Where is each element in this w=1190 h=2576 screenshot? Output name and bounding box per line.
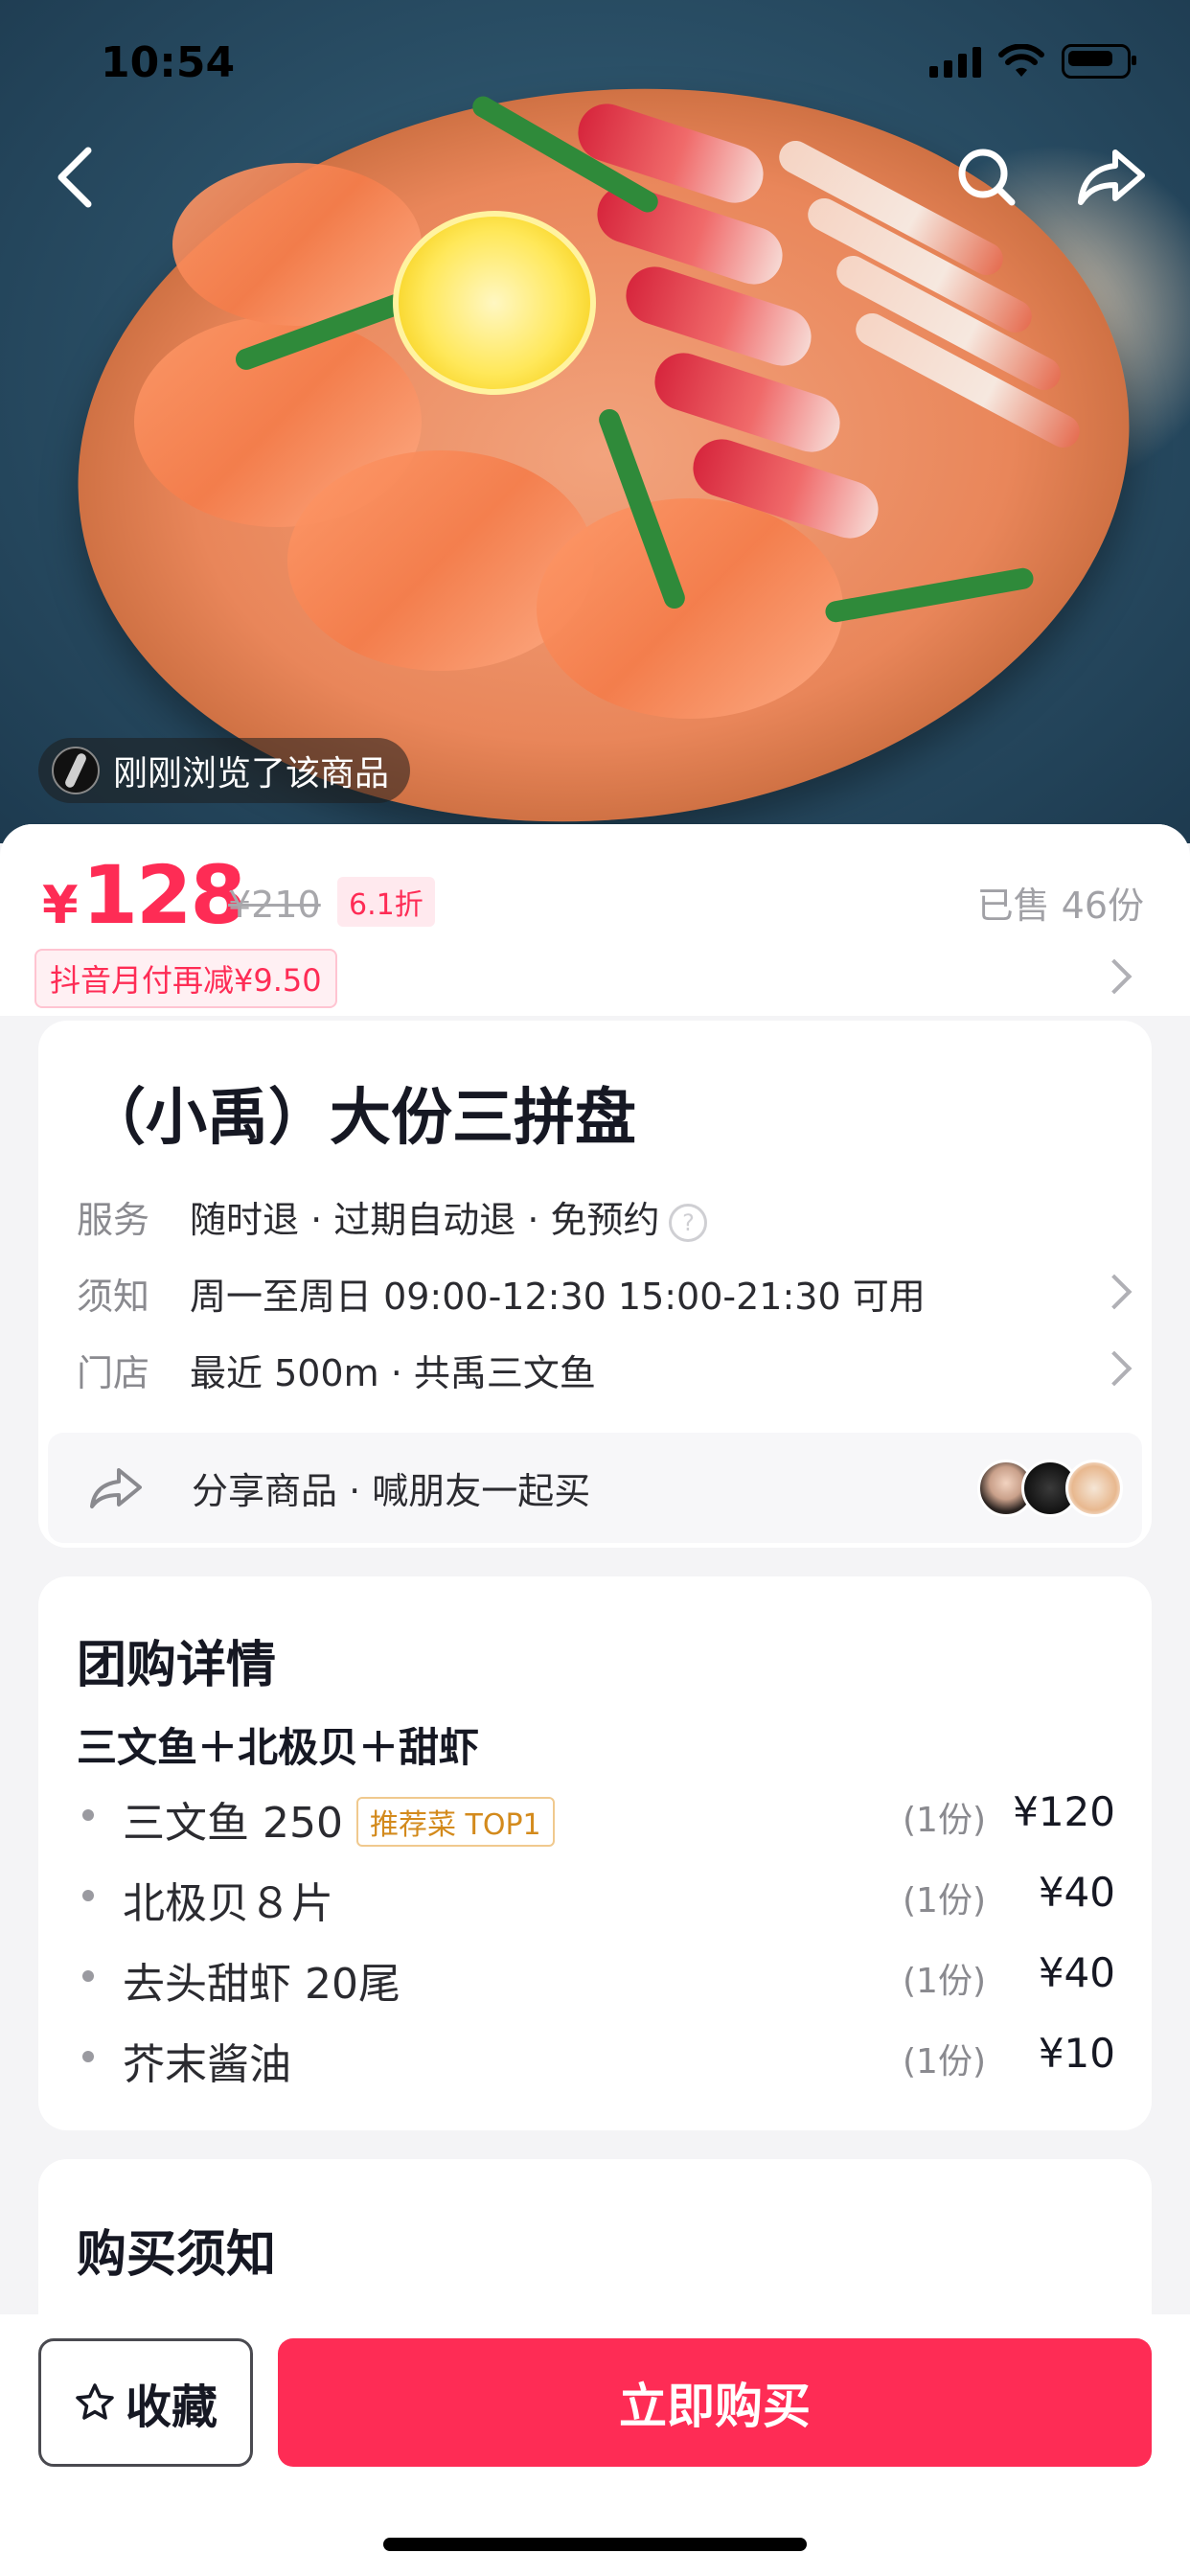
favorite-button[interactable]: 收藏: [38, 2338, 253, 2467]
sold-count: 已售 46份: [976, 885, 1144, 927]
recently-viewed-text: 刚刚浏览了该商品: [113, 754, 390, 794]
product-title: （小禹）大份三拼盘: [84, 1083, 636, 1154]
friend-avatars: [977, 1460, 1123, 1517]
item-name: 三文鱼 250: [123, 1799, 343, 1848]
store-value[interactable]: 最近 500m · 共禹三文鱼: [190, 1344, 596, 1396]
salmon-slice: [537, 498, 843, 719]
bullet: [82, 1890, 94, 1901]
product-hero-image[interactable]: 10:54 刚刚浏览了该商品: [0, 0, 1190, 843]
purchase-notice-title: 购买须知: [77, 2226, 277, 2284]
service-text: 随时退 · 过期自动退 · 免预约: [190, 1199, 660, 1241]
original-price: ¥210: [228, 884, 321, 926]
cellular-signal-icon: [929, 45, 981, 78]
home-indicator: [383, 2538, 807, 2551]
current-price: ¥ 128: [42, 848, 246, 942]
item-price: ¥40: [1038, 1869, 1115, 1916]
item-price: ¥40: [1038, 1949, 1115, 1996]
discount-badge: 6.1折: [337, 877, 435, 927]
bullet: [82, 1970, 94, 1982]
share-arrow-icon: [90, 1468, 142, 1508]
item-qty: (1份): [903, 1801, 986, 1840]
list-item: 去头甜虾 20尾 (1份) ¥40: [77, 1944, 1115, 2011]
item-name: 去头甜虾 20尾: [123, 1960, 400, 2009]
promo-tag[interactable]: 抖音月付再减¥9.50: [34, 949, 337, 1008]
lemon-slice: [393, 211, 596, 395]
service-value[interactable]: 随时退 · 过期自动退 · 免预约?: [190, 1190, 708, 1243]
group-detail-title: 团购详情: [77, 1637, 277, 1694]
list-item: 三文鱼 250 推荐菜 TOP1 (1份) ¥120: [77, 1782, 1115, 1851]
item-name: 芥末酱油: [123, 2040, 291, 2089]
recommend-tag: 推荐菜 TOP1: [355, 1797, 555, 1847]
buy-now-button[interactable]: 立即购买: [278, 2338, 1152, 2467]
help-icon[interactable]: ?: [669, 1203, 708, 1242]
item-qty: (1份): [903, 2042, 986, 2082]
item-name-wrap: 三文鱼 250 推荐菜 TOP1: [123, 1788, 555, 1851]
back-arrow-icon[interactable]: [38, 139, 115, 216]
item-qty: (1份): [903, 1881, 986, 1920]
share-text: 分享商品 · 喊朋友一起买: [192, 1470, 591, 1512]
search-icon[interactable]: [949, 139, 1025, 216]
service-label: 服务: [77, 1199, 150, 1241]
list-item: 北极贝８片 (1份) ¥40: [77, 1863, 1115, 1930]
notice-value[interactable]: 周一至周日 09:00-12:30 15:00-21:30 可用: [190, 1267, 926, 1320]
bullet: [82, 1809, 94, 1821]
wifi-icon: [998, 44, 1044, 77]
item-name: 北极贝８片: [123, 1879, 333, 1928]
store-label: 门店: [77, 1352, 150, 1394]
item-price: ¥10: [1038, 2030, 1115, 2077]
current-price-value: 128: [81, 848, 246, 942]
avatar: [1065, 1460, 1123, 1517]
list-item: 芥末酱油 (1份) ¥10: [77, 2024, 1115, 2091]
status-time: 10:54: [101, 38, 236, 87]
share-icon[interactable]: [1073, 139, 1150, 216]
viewer-avatar: [52, 747, 100, 794]
status-icons: [929, 44, 1136, 79]
group-detail-subtitle: 三文鱼＋北极贝＋甜虾: [77, 1724, 480, 1771]
star-icon: [76, 2383, 114, 2420]
notice-label: 须知: [77, 1276, 150, 1318]
battery-icon: [1062, 44, 1136, 79]
bullet: [82, 2051, 94, 2062]
recently-viewed-badge: 刚刚浏览了该商品: [38, 738, 411, 803]
item-price: ¥120: [1013, 1788, 1115, 1835]
favorite-label: 收藏: [125, 2380, 217, 2434]
currency-symbol: ¥: [42, 875, 79, 935]
item-qty: (1份): [903, 1962, 986, 2001]
